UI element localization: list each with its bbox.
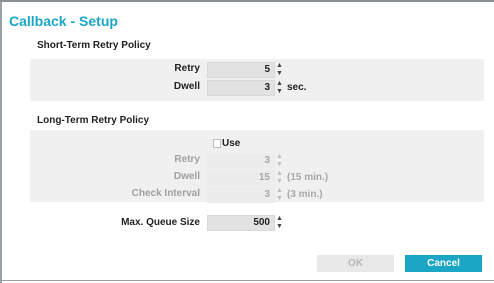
short-term-section-title: Short-Term Retry Policy — [37, 40, 151, 51]
check-interval-value: 3 — [264, 189, 270, 200]
spin-down-icon[interactable]: ▼ — [276, 195, 283, 202]
short-term-retry-label: Retry — [174, 63, 200, 74]
max-queue-size-spinbox[interactable]: 500 — [207, 215, 275, 231]
long-term-section-title: Long-Term Retry Policy — [37, 115, 150, 126]
short-term-dwell-spinbox[interactable]: 3 — [207, 80, 275, 96]
short-term-dwell-value: 3 — [264, 82, 270, 93]
spin-down-icon[interactable]: ▼ — [276, 178, 283, 185]
spin-down-icon[interactable]: ▼ — [276, 88, 283, 95]
use-checkbox[interactable] — [213, 139, 221, 148]
ok-button[interactable]: OK — [317, 255, 394, 272]
spin-down-icon[interactable]: ▼ — [276, 70, 283, 77]
spin-up-icon[interactable]: ▲ — [276, 80, 283, 87]
short-term-dwell-unit: sec. — [287, 82, 307, 93]
check-interval-stepper[interactable]: ▲ ▼ — [276, 187, 284, 203]
use-label: Use — [222, 138, 241, 149]
callback-setup-dialog: Callback - Setup Short-Term Retry Policy… — [0, 0, 494, 283]
spin-up-icon[interactable]: ▲ — [276, 187, 283, 194]
spin-down-icon[interactable]: ▼ — [276, 223, 283, 230]
spin-down-icon[interactable]: ▼ — [276, 161, 283, 168]
check-interval-unit: (3 min.) — [287, 189, 323, 200]
max-queue-size-label: Max. Queue Size — [121, 217, 200, 228]
long-term-dwell-stepper[interactable]: ▲ ▼ — [276, 170, 284, 186]
long-term-retry-spinbox[interactable]: 3 — [207, 153, 275, 169]
check-interval-label: Check Interval — [131, 188, 200, 199]
short-term-dwell-stepper[interactable]: ▲ ▼ — [276, 80, 284, 96]
short-term-retry-value: 5 — [264, 64, 270, 75]
spin-up-icon[interactable]: ▲ — [276, 153, 283, 160]
max-queue-size-stepper[interactable]: ▲ ▼ — [276, 215, 284, 231]
long-term-retry-value: 3 — [264, 155, 270, 166]
cancel-button[interactable]: Cancel — [405, 255, 482, 272]
short-term-retry-spinbox[interactable]: 5 — [207, 62, 275, 78]
long-term-dwell-spinbox[interactable]: 15 — [207, 170, 275, 186]
long-term-retry-label: Retry — [174, 154, 200, 165]
long-term-dwell-label: Dwell — [173, 171, 200, 182]
spin-up-icon[interactable]: ▲ — [276, 62, 283, 69]
dialog-left-border — [0, 2, 2, 283]
long-term-dwell-value: 15 — [258, 172, 270, 183]
spin-up-icon[interactable]: ▲ — [276, 215, 283, 222]
long-term-retry-stepper[interactable]: ▲ ▼ — [276, 153, 284, 169]
short-term-retry-stepper[interactable]: ▲ ▼ — [276, 62, 284, 78]
spin-up-icon[interactable]: ▲ — [276, 170, 283, 177]
dialog-title: Callback - Setup — [9, 13, 118, 29]
check-interval-spinbox[interactable]: 3 — [207, 187, 275, 203]
max-queue-size-value: 500 — [253, 217, 270, 228]
short-term-dwell-label: Dwell — [173, 81, 200, 92]
long-term-dwell-unit: (15 min.) — [287, 172, 329, 183]
